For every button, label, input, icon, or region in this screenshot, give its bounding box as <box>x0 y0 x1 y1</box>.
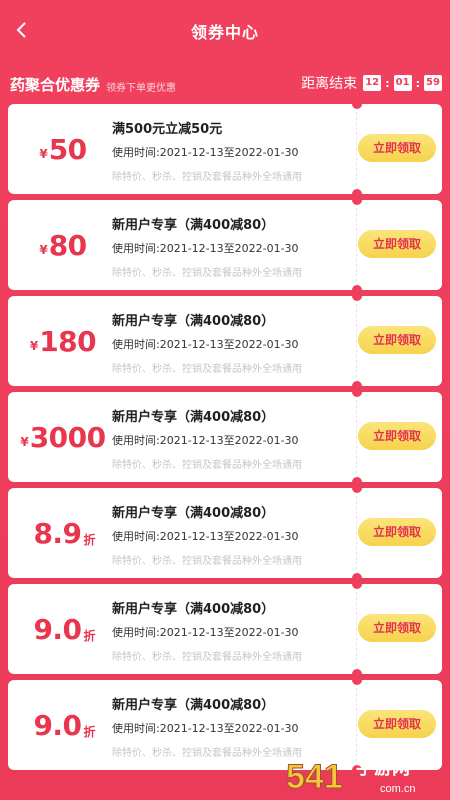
chevron-left-icon <box>16 22 26 38</box>
page-title: 领券中心 <box>190 23 259 42</box>
claim-button[interactable]: 立即领取 <box>358 518 436 546</box>
coupon-note: 除特价、秒杀、控销及套餐品种外全场通用 <box>112 460 302 471</box>
countdown-separator: : <box>385 76 390 90</box>
watermark-domain: com.cn <box>380 783 415 795</box>
coupon-validity: 使用时间:2021-12-13至2022-01-30 <box>112 146 299 159</box>
claim-button[interactable]: 立即领取 <box>358 710 436 738</box>
coupon-validity: 使用时间:2021-12-13至2022-01-30 <box>112 338 299 351</box>
coupon-validity: 使用时间:2021-12-13至2022-01-30 <box>112 242 299 255</box>
coupon-title: 新用户专享（满400减80） <box>112 698 275 713</box>
nav-header: 领券中心 <box>0 0 450 62</box>
currency-symbol: ¥ <box>39 147 48 161</box>
amount-value: 8.9 <box>33 516 82 550</box>
coupon-validity: 使用时间:2021-12-13至2022-01-30 <box>112 722 299 735</box>
coupon-title: 满500元立减50元 <box>112 122 223 137</box>
watermark-text: 手游网 <box>356 757 410 779</box>
coupon-section-header: 药聚合优惠券 领券下单更优惠 距离结束 12 : 01 : 59 <box>0 70 450 100</box>
coupon-amount: ¥ 50 <box>16 104 112 194</box>
coupon-title: 新用户专享（满400减80） <box>112 218 275 233</box>
claim-button[interactable]: 立即领取 <box>358 230 436 258</box>
coupon-amount: ¥ 80 <box>16 200 112 290</box>
amount-value: 180 <box>39 324 97 358</box>
coupon-card: ¥ 50 满500元立减50元 使用时间:2021-12-13至2022-01-… <box>8 99 442 199</box>
coupon-amount: ¥ 3000 <box>16 392 112 482</box>
coupon-amount: ¥ 180 <box>16 296 112 386</box>
coupon-title: 新用户专享（满400减80） <box>112 314 275 329</box>
amount-value: 80 <box>48 228 87 262</box>
amount-value: 50 <box>48 132 87 166</box>
countdown-timer: 距离结束 12 : 01 : 59 <box>301 73 442 93</box>
coupon-title: 新用户专享（满400减80） <box>112 602 275 617</box>
coupon-card: ¥ 80 新用户专享（满400减80） 使用时间:2021-12-13至2022… <box>8 195 442 295</box>
countdown-label: 距离结束 <box>301 76 358 92</box>
amount-value: 9.0 <box>33 708 82 742</box>
amount-value: 9.0 <box>33 612 82 646</box>
countdown-separator: : <box>415 76 420 90</box>
coupon-title: 新用户专享（满400减80） <box>112 410 275 425</box>
coupon-note: 除特价、秒杀、控销及套餐品种外全场通用 <box>112 172 302 183</box>
coupon-title: 新用户专享（满400减80） <box>112 506 275 521</box>
watermark-logo: 541 手游网 com.cn <box>286 757 416 797</box>
coupon-note: 除特价、秒杀、控销及套餐品种外全场通用 <box>112 364 302 375</box>
claim-button[interactable]: 立即领取 <box>358 614 436 642</box>
claim-button[interactable]: 立即领取 <box>358 134 436 162</box>
amount-unit: 折 <box>83 532 96 547</box>
countdown-hours: 12 <box>363 75 382 91</box>
watermark-number: 541 <box>286 758 343 796</box>
coupon-card: ¥ 180 新用户专享（满400减80） 使用时间:2021-12-13至202… <box>8 291 442 391</box>
back-button[interactable] <box>10 18 34 42</box>
coupon-note: 除特价、秒杀、控销及套餐品种外全场通用 <box>112 268 302 279</box>
amount-unit: 折 <box>83 628 96 643</box>
coupon-note: 除特价、秒杀、控销及套餐品种外全场通用 <box>112 652 302 663</box>
section-hint: 领券下单更优惠 <box>106 83 176 94</box>
coupon-validity: 使用时间:2021-12-13至2022-01-30 <box>112 434 299 447</box>
coupon-note: 除特价、秒杀、控销及套餐品种外全场通用 <box>112 748 302 759</box>
coupon-note: 除特价、秒杀、控销及套餐品种外全场通用 <box>112 556 302 567</box>
coupon-validity: 使用时间:2021-12-13至2022-01-30 <box>112 530 299 543</box>
currency-symbol: ¥ <box>29 339 39 353</box>
coupon-amount: 9.0 折 <box>16 680 112 770</box>
coupon-card: 8.9 折 新用户专享（满400减80） 使用时间:2021-12-13至202… <box>8 483 442 583</box>
coupon-validity: 使用时间:2021-12-13至2022-01-30 <box>112 626 299 639</box>
countdown-minutes: 01 <box>393 75 412 91</box>
section-title: 药聚合优惠券 <box>10 76 101 94</box>
coupon-amount: 9.0 折 <box>16 584 112 674</box>
currency-symbol: ¥ <box>20 435 29 449</box>
claim-button[interactable]: 立即领取 <box>358 326 436 354</box>
amount-unit: 折 <box>83 724 96 739</box>
coupon-card: 9.0 折 新用户专享（满400减80） 使用时间:2021-12-13至202… <box>8 579 442 679</box>
site-watermark: 541 手游网 com.cn <box>284 752 444 797</box>
countdown-seconds: 59 <box>424 75 442 91</box>
claim-button[interactable]: 立即领取 <box>358 422 436 450</box>
coupon-amount: 8.9 折 <box>16 488 112 578</box>
coupon-card: ¥ 3000 新用户专享（满400减80） 使用时间:2021-12-13至20… <box>8 387 442 487</box>
amount-value: 3000 <box>29 420 106 454</box>
currency-symbol: ¥ <box>39 243 48 257</box>
